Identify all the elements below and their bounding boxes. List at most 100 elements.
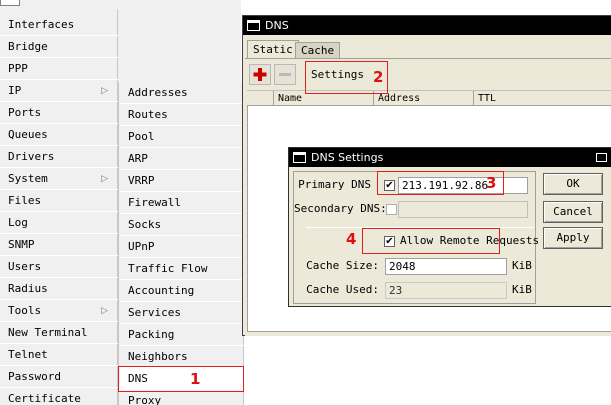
window-icon	[247, 20, 260, 31]
submenu-item-packing[interactable]: Packing	[120, 324, 244, 346]
menu-item-users[interactable]: Users	[0, 256, 118, 278]
annotation-number: 4	[346, 230, 357, 248]
ok-button[interactable]: OK	[543, 173, 603, 195]
menu-item-new-terminal[interactable]: New Terminal	[0, 322, 118, 344]
menu-item-label: Users	[8, 260, 42, 273]
menu-item-label: Radius	[8, 282, 48, 295]
submenu-item-pool[interactable]: Pool	[120, 126, 244, 148]
ok-label: OK	[566, 177, 580, 190]
submenu-item-label: UPnP	[128, 240, 155, 253]
cache-used-label: Cache Used:	[306, 283, 379, 296]
dialog-title: DNS Settings	[311, 151, 384, 164]
menu-item-label: Ports	[8, 106, 42, 119]
minus-icon	[279, 73, 291, 76]
ip-submenu: Addresses Routes Pool ARP VRRP Firewall …	[118, 82, 244, 405]
menu-item-queues[interactable]: Queues	[0, 124, 118, 146]
cache-size-field[interactable]: 2048	[385, 258, 507, 275]
submenu-item-socks[interactable]: Socks	[120, 214, 244, 236]
chevron-right-icon: ▷	[101, 306, 108, 316]
submenu-item-label: Packing	[128, 328, 175, 341]
submenu-item-label: Routes	[128, 108, 168, 121]
menu-item-label: PPP	[8, 62, 28, 75]
secondary-dns-label: Secondary DNS:	[294, 202, 387, 215]
dns-window-titlebar[interactable]: DNS	[243, 16, 611, 35]
close-icon[interactable]	[596, 153, 607, 162]
annotation-number: 1	[190, 370, 201, 388]
submenu-item-label: Accounting	[128, 284, 195, 297]
submenu-item-label: VRRP	[128, 174, 155, 187]
submenu-item-routes[interactable]: Routes	[120, 104, 244, 126]
window-icon	[293, 152, 306, 163]
column-label: TTL	[478, 93, 497, 104]
menu-item-ppp[interactable]: PPP	[0, 58, 118, 80]
submenu-item-proxy[interactable]: Proxy	[120, 390, 244, 405]
menu-item-label: Certificate	[8, 392, 81, 405]
submenu-item-label: Proxy	[128, 394, 162, 405]
dialog-titlebar[interactable]: DNS Settings	[289, 148, 611, 167]
tab-cache[interactable]: Cache	[295, 42, 341, 58]
apply-label: Apply	[556, 231, 590, 244]
menu-item-label: New Terminal	[8, 326, 88, 339]
menu-item-label: SNMP	[8, 238, 35, 251]
submenu-item-vrrp[interactable]: VRRP	[120, 170, 244, 192]
primary-dns-label: Primary DNS	[298, 178, 371, 191]
menu-item-tools[interactable]: Tools ▷	[0, 300, 118, 322]
add-button[interactable]	[249, 64, 271, 85]
cancel-button[interactable]: Cancel	[543, 201, 603, 223]
menu-item-label: Files	[8, 194, 42, 207]
remove-button[interactable]	[274, 64, 296, 85]
table-header: Name Address TTL	[247, 90, 611, 106]
column-header-ttl[interactable]: TTL	[473, 91, 573, 106]
menu-item-password[interactable]: Password	[0, 366, 118, 388]
menu-item-certificate[interactable]: Certificate	[0, 388, 118, 405]
apply-button[interactable]: Apply	[543, 227, 603, 249]
menu-item-label: Bridge	[8, 40, 48, 53]
chevron-right-icon: ▷	[101, 174, 108, 184]
annotation-number: 3	[486, 174, 497, 192]
submenu-item-label: Services	[128, 306, 181, 319]
annotation-box-dns	[118, 366, 244, 392]
menu-item-label: Interfaces	[8, 18, 75, 31]
main-menu: Interfaces Bridge PPP IP ▷ Ports Queues D…	[0, 0, 118, 405]
annotation-box-primary-dns	[377, 171, 504, 195]
column-label: Name	[278, 93, 303, 104]
menu-item-snmp[interactable]: SNMP	[0, 234, 118, 256]
chevron-right-icon: ▷	[101, 86, 108, 96]
menu-top-strip	[0, 0, 118, 9]
cache-size-label: Cache Size:	[306, 259, 379, 272]
submenu-item-services[interactable]: Services	[120, 302, 244, 324]
secondary-dns-checkbox[interactable]	[386, 204, 397, 215]
submenu-background	[118, 0, 241, 82]
submenu-item-label: Firewall	[128, 196, 181, 209]
submenu-item-upnp[interactable]: UPnP	[120, 236, 244, 258]
menu-item-system[interactable]: System ▷	[0, 168, 118, 190]
submenu-item-accounting[interactable]: Accounting	[120, 280, 244, 302]
column-header-blank[interactable]	[247, 91, 273, 106]
plus-icon	[253, 68, 267, 81]
menu-item-ports[interactable]: Ports	[0, 102, 118, 124]
menu-item-interfaces[interactable]: Interfaces	[0, 14, 118, 36]
submenu-item-neighbors[interactable]: Neighbors	[120, 346, 244, 368]
submenu-item-arp[interactable]: ARP	[120, 148, 244, 170]
annotation-number: 2	[373, 68, 384, 86]
tab-static[interactable]: Static	[247, 40, 299, 58]
cache-used-unit: KiB	[512, 283, 532, 296]
menu-item-files[interactable]: Files	[0, 190, 118, 212]
submenu-item-traffic-flow[interactable]: Traffic Flow	[120, 258, 244, 280]
submenu-item-addresses[interactable]: Addresses	[120, 82, 244, 104]
submenu-item-label: Pool	[128, 130, 155, 143]
menu-item-label: Password	[8, 370, 61, 383]
menu-item-log[interactable]: Log	[0, 212, 118, 234]
menu-item-radius[interactable]: Radius	[0, 278, 118, 300]
menu-item-drivers[interactable]: Drivers	[0, 146, 118, 168]
secondary-dns-field[interactable]	[398, 201, 528, 218]
menu-item-ip[interactable]: IP ▷	[0, 80, 118, 102]
column-header-address[interactable]: Address	[373, 91, 473, 106]
column-label: Address	[378, 93, 421, 104]
menu-item-label: Drivers	[8, 150, 55, 163]
submenu-item-firewall[interactable]: Firewall	[120, 192, 244, 214]
submenu-item-label: Socks	[128, 218, 162, 231]
menu-item-bridge[interactable]: Bridge	[0, 36, 118, 58]
menu-item-telnet[interactable]: Telnet	[0, 344, 118, 366]
menu-item-label: Tools	[8, 304, 42, 317]
